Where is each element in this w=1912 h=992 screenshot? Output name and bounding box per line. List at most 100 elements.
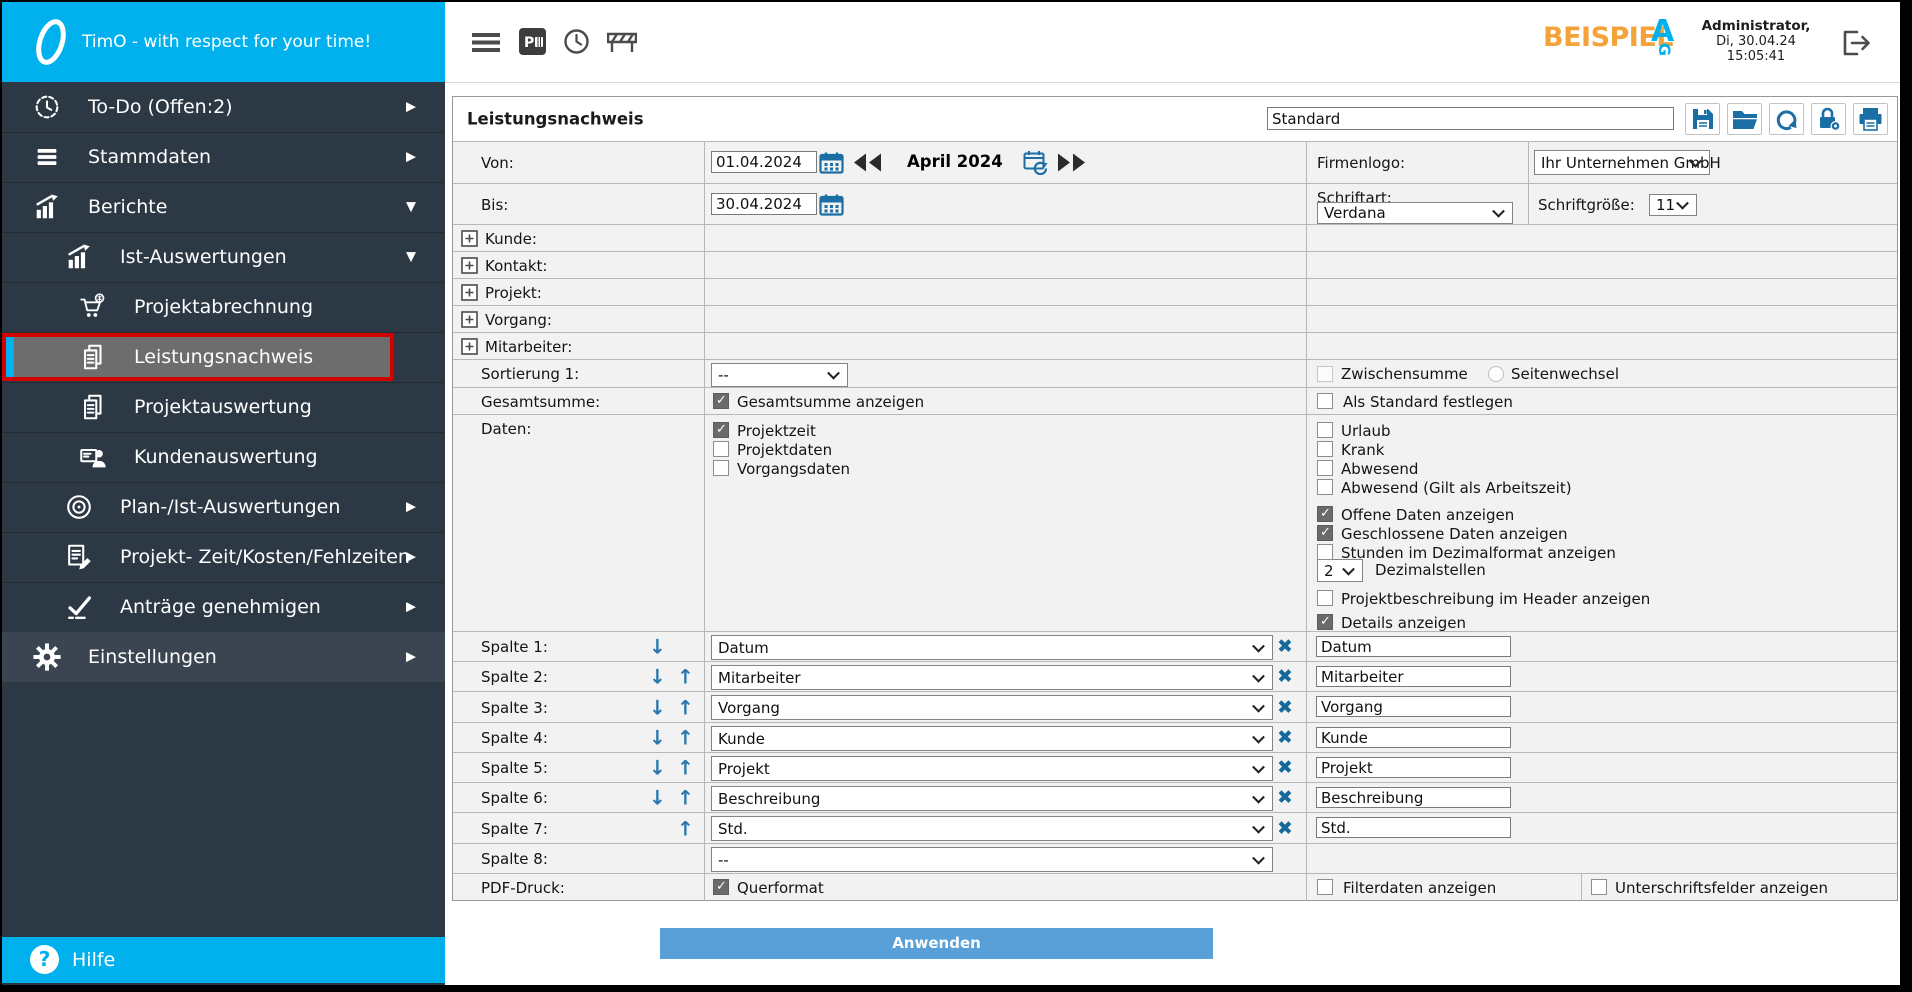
daten-right-8-checkbox[interactable] xyxy=(1317,614,1333,630)
daten-row: Daten: 2 Dezimalstellen ProjektzeitProje… xyxy=(453,414,1897,632)
schriftart-select[interactable]: Verdana xyxy=(1317,202,1513,224)
remove-column-icon[interactable]: ✖ xyxy=(1277,729,1293,748)
sidebar-item-hilfe[interactable]: ? Hilfe xyxy=(2,937,445,983)
spalte-select[interactable]: Datum xyxy=(711,635,1273,660)
remove-column-icon[interactable]: ✖ xyxy=(1277,668,1293,687)
expand-plus-icon[interactable] xyxy=(461,257,478,278)
spalte-select[interactable]: Vorgang xyxy=(711,695,1273,720)
sortierung-select[interactable]: -- xyxy=(711,363,848,387)
move-up-icon[interactable]: ↑ xyxy=(677,818,694,838)
move-down-icon[interactable]: ↓ xyxy=(649,758,666,778)
previous-month-icon[interactable] xyxy=(851,153,885,176)
move-down-icon[interactable]: ↓ xyxy=(649,667,666,687)
spalte-select[interactable]: Std. xyxy=(711,816,1273,841)
lock-button[interactable] xyxy=(1811,103,1846,135)
move-up-icon[interactable]: ↑ xyxy=(677,788,694,808)
sidebar-item-einstellungen[interactable]: Einstellungen▶ xyxy=(2,632,445,683)
sidebar-item-anträge-genehmigen[interactable]: Anträge genehmigen▶ xyxy=(2,582,445,633)
sidebar-item-leistungsnachweis[interactable]: Leistungsnachweis xyxy=(2,332,445,383)
sidebar-item-kundenauswertung[interactable]: Kundenauswertung xyxy=(2,432,445,483)
move-up-icon[interactable]: ↑ xyxy=(677,758,694,778)
daten-right-7-checkbox[interactable] xyxy=(1317,590,1333,606)
undo-button[interactable] xyxy=(1769,103,1804,135)
spalte-label: Spalte 5: xyxy=(481,759,548,777)
schriftgroesse-select[interactable]: 11 xyxy=(1649,194,1697,216)
move-up-icon[interactable]: ↑ xyxy=(677,728,694,748)
unterschriftsfelder-checkbox[interactable] xyxy=(1591,879,1607,895)
menu-hamburger-icon[interactable] xyxy=(472,33,500,55)
sidebar-item-projekt-zeit-kosten-fehlzeiten[interactable]: Projekt- Zeit/Kosten/Fehlzeiten▶ xyxy=(2,532,445,583)
spalte-title-input[interactable] xyxy=(1316,787,1511,808)
bis-date-input[interactable] xyxy=(711,193,817,215)
von-calendar-icon[interactable] xyxy=(819,151,844,178)
expand-plus-icon[interactable] xyxy=(461,338,478,359)
sidebar-item-ist-auswertungen[interactable]: Ist-Auswertungen▼ xyxy=(2,232,445,283)
sidebar-item-plan-ist-auswertungen[interactable]: Plan-/Ist-Auswertungen▶ xyxy=(2,482,445,533)
save-button[interactable] xyxy=(1685,103,1720,135)
daten-right-1-checkbox[interactable] xyxy=(1317,441,1333,457)
daten-left-1-checkbox[interactable] xyxy=(713,441,729,457)
als-standard-checkbox[interactable] xyxy=(1317,393,1333,409)
spalte-select[interactable]: Beschreibung xyxy=(711,786,1273,811)
gesamtsumme-checkbox[interactable] xyxy=(713,393,729,409)
spalte-title-input[interactable] xyxy=(1316,696,1511,717)
preset-input[interactable] xyxy=(1267,107,1674,130)
seitenwechsel-radio[interactable] xyxy=(1488,366,1504,382)
daten-left-0-checkbox[interactable] xyxy=(713,422,729,438)
move-down-icon[interactable]: ↓ xyxy=(649,697,666,717)
daten-right-0-checkbox[interactable] xyxy=(1317,422,1333,438)
move-up-icon[interactable]: ↑ xyxy=(677,697,694,717)
sidebar-item-projektauswertung[interactable]: Projektauswertung xyxy=(2,382,445,433)
move-up-icon[interactable]: ↑ xyxy=(677,667,694,687)
sidebar-item-projektabrechnung[interactable]: Projektabrechnung xyxy=(2,282,445,333)
daten-right-5-checkbox[interactable] xyxy=(1317,525,1333,541)
spalte-title-input[interactable] xyxy=(1316,666,1511,687)
move-down-icon[interactable]: ↓ xyxy=(649,788,666,808)
daten-right-6-checkbox[interactable] xyxy=(1317,544,1333,560)
remove-column-icon[interactable]: ✖ xyxy=(1277,819,1293,838)
expand-plus-icon[interactable] xyxy=(461,230,478,251)
sidebar-item-label: Einstellungen xyxy=(88,646,217,668)
spalte-select[interactable]: Mitarbeiter xyxy=(711,665,1273,690)
barrier-icon[interactable] xyxy=(607,31,637,55)
spalte-select[interactable]: Projekt xyxy=(711,756,1273,781)
remove-column-icon[interactable]: ✖ xyxy=(1277,638,1293,657)
sidebar-item-to-do-offen-2-[interactable]: To-Do (Offen:2)▶ xyxy=(2,82,445,133)
reset-month-icon[interactable] xyxy=(1023,150,1049,179)
anwenden-button[interactable]: Anwenden xyxy=(660,928,1213,959)
querformat-checkbox[interactable] xyxy=(713,879,729,895)
filterdaten-checkbox[interactable] xyxy=(1317,879,1333,895)
logout-icon[interactable] xyxy=(1840,28,1872,61)
open-folder-button[interactable] xyxy=(1727,103,1762,135)
print-button[interactable] xyxy=(1853,103,1888,135)
project-app-icon[interactable]: P xyxy=(519,28,546,58)
spalte-title-input[interactable] xyxy=(1316,636,1511,657)
next-month-icon[interactable] xyxy=(1054,153,1088,176)
spalte-select[interactable]: -- xyxy=(711,847,1273,872)
expand-plus-icon[interactable] xyxy=(461,311,478,332)
daten-left-2-checkbox[interactable] xyxy=(713,460,729,476)
dezimalstellen-select[interactable]: 2 xyxy=(1317,559,1363,582)
firmenlogo-select[interactable]: Ihr Unternehmen GmbH xyxy=(1534,150,1710,175)
remove-column-icon[interactable]: ✖ xyxy=(1277,698,1293,717)
move-down-icon[interactable]: ↓ xyxy=(649,637,666,657)
chevron-down-icon xyxy=(1342,562,1355,575)
spalte-title-input[interactable] xyxy=(1316,757,1511,778)
daten-right-3-checkbox[interactable] xyxy=(1317,479,1333,495)
von-date-input[interactable] xyxy=(711,151,817,173)
expand-plus-icon[interactable] xyxy=(461,284,478,305)
daten-right-4-checkbox[interactable] xyxy=(1317,506,1333,522)
sidebar-item-stammdaten[interactable]: Stammdaten▶ xyxy=(2,132,445,183)
zwischensumme-checkbox[interactable] xyxy=(1317,366,1333,382)
remove-column-icon[interactable]: ✖ xyxy=(1277,789,1293,808)
sidebar-item-berichte[interactable]: Berichte▼ xyxy=(2,182,445,233)
bis-calendar-icon[interactable] xyxy=(819,193,844,220)
spalte-title-input[interactable] xyxy=(1316,817,1511,838)
remove-column-icon[interactable]: ✖ xyxy=(1277,759,1293,778)
timo-slogan: TimO - with respect for your time! xyxy=(82,32,371,52)
clock-icon[interactable] xyxy=(564,29,589,57)
spalte-title-input[interactable] xyxy=(1316,727,1511,748)
daten-right-2-checkbox[interactable] xyxy=(1317,460,1333,476)
spalte-select[interactable]: Kunde xyxy=(711,726,1273,751)
move-down-icon[interactable]: ↓ xyxy=(649,728,666,748)
